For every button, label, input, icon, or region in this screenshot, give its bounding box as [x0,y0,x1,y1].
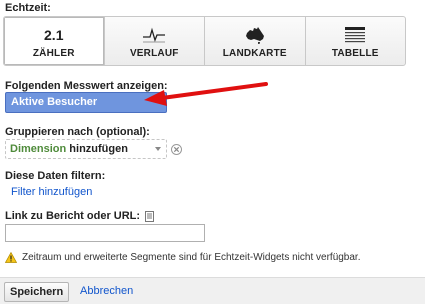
filter-label: Diese Daten filtern: [5,170,106,182]
realtime-label: Echtzeit: [5,2,51,14]
save-button[interactable]: Speichern [4,282,70,302]
table-icon [344,24,366,46]
link-url-label: Link zu Bericht oder URL: [5,210,155,222]
sparkline-icon [142,24,166,46]
viz-button-timeline[interactable]: VERLAUF [105,17,205,65]
viz-button-table[interactable]: TABELLE [306,17,406,65]
warning-notice: Zeitraum und erweiterte Segmente sind fü… [5,252,361,263]
viz-button-label: VERLAUF [129,47,179,59]
cancel-link[interactable]: Abbrechen [80,285,133,297]
document-icon [145,210,155,222]
australia-map-icon [244,24,266,46]
counter-icon: 2.1 [44,26,64,43]
viz-button-label: LANDKARTE [222,47,287,59]
realtime-visualization-selector: 2.1 ZÄHLER VERLAUF LANDKARTE TABELLE [3,16,406,66]
group-label: Gruppieren nach (optional): [5,126,150,138]
dimension-select[interactable]: Dimension hinzufügen [5,139,167,159]
viz-button-counter[interactable]: 2.1 ZÄHLER [4,17,105,65]
link-url-input[interactable] [5,224,205,242]
warning-text: Zeitraum und erweiterte Segmente sind fü… [22,252,361,263]
dimension-add-text: hinzufügen [66,143,128,155]
red-arrow-annotation [144,82,268,106]
chevron-down-icon [155,147,161,151]
clear-icon[interactable] [171,144,182,155]
dimension-word: Dimension [10,143,67,155]
viz-button-map[interactable]: LANDKARTE [205,17,306,65]
link-url-label-text: Link zu Bericht oder URL: [5,210,141,222]
add-filter-link[interactable]: Filter hinzufügen [11,186,92,198]
warning-icon [5,252,17,263]
viz-button-label: TABELLE [331,47,379,59]
viz-button-label: ZÄHLER [32,47,75,59]
